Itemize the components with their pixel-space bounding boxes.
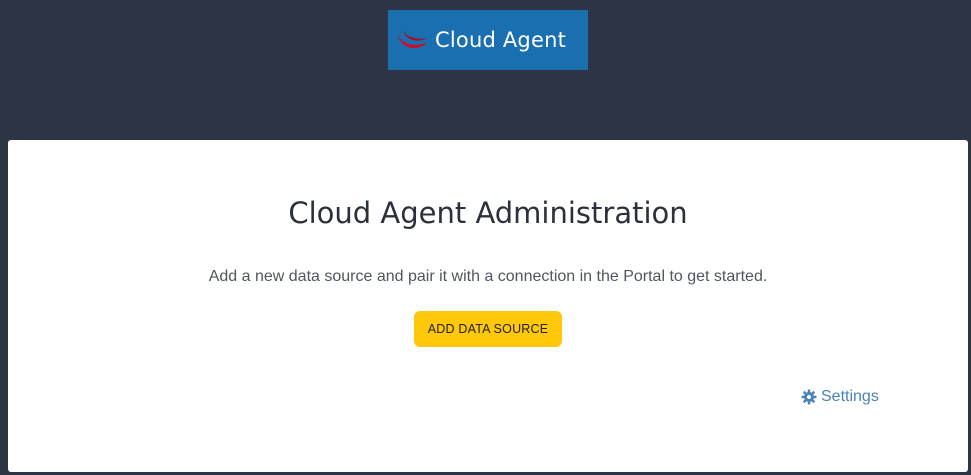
settings-link[interactable]: Settings xyxy=(801,388,879,406)
settings-label: Settings xyxy=(821,388,879,405)
app-logo: Cloud Agent xyxy=(388,10,588,70)
logo-text: Cloud Agent xyxy=(435,28,567,52)
swoosh-logo-icon xyxy=(394,28,430,52)
main-card: Cloud Agent Administration Add a new dat… xyxy=(8,140,968,472)
add-data-source-button[interactable]: ADD DATA SOURCE xyxy=(414,311,562,347)
page-subtitle: Add a new data source and pair it with a… xyxy=(208,268,768,285)
page-title: Cloud Agent Administration xyxy=(288,196,688,230)
gear-icon xyxy=(801,389,817,405)
